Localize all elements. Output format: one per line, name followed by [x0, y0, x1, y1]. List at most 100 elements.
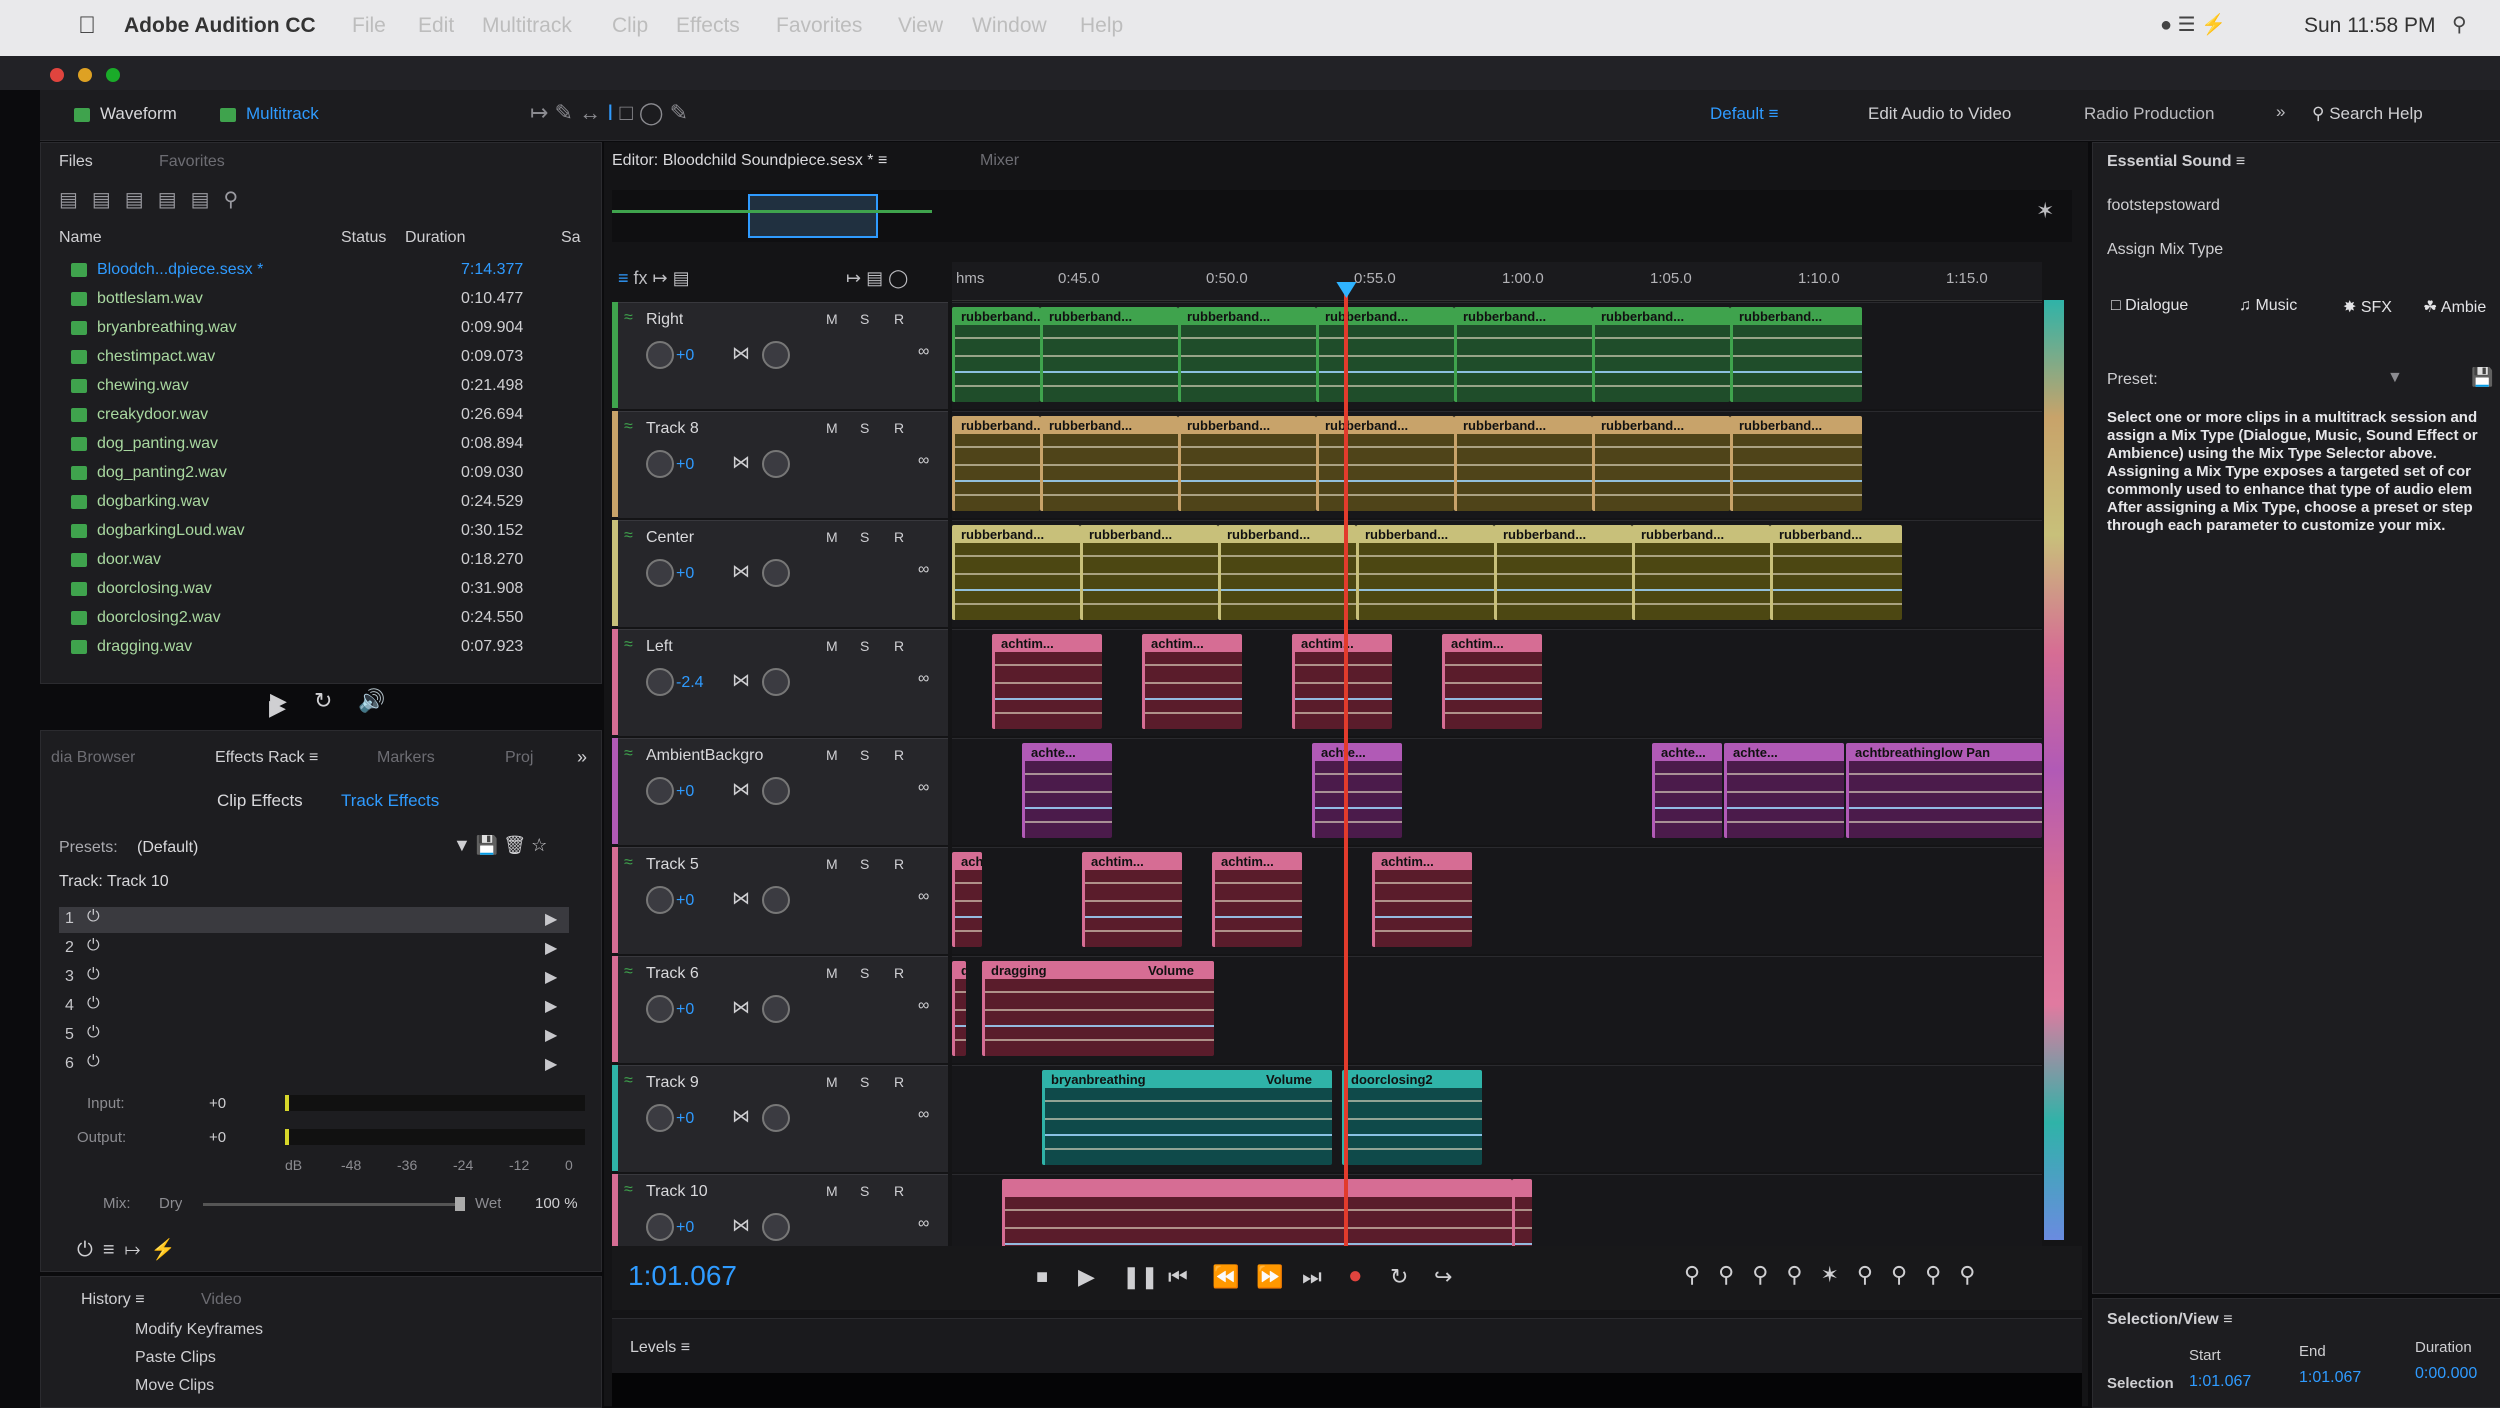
- track-volume-value[interactable]: +0: [676, 456, 694, 474]
- files-tab[interactable]: Files: [59, 153, 93, 171]
- track-lane[interactable]: bryanbreathing Volume doorclosing2: [952, 1065, 2042, 1172]
- audio-clip[interactable]: rubberband...: [952, 307, 1040, 402]
- pan-knob[interactable]: [762, 886, 790, 914]
- power-icon[interactable]: ⏻: [87, 995, 100, 1013]
- waveform-view-button[interactable]: Waveform: [74, 104, 177, 124]
- loop-icon[interactable]: ↻: [1390, 1264, 1408, 1290]
- audio-clip[interactable]: rubberband...: [1218, 525, 1356, 620]
- solo-button[interactable]: S: [860, 1183, 869, 1199]
- audio-clip[interactable]: rubberband...: [1040, 307, 1178, 402]
- apple-icon[interactable]: : [78, 12, 96, 40]
- track-header[interactable]: ≈ Track 9 M S R +0 ⋈ ∞: [618, 1065, 948, 1172]
- skip-selection-icon[interactable]: ↪: [1434, 1264, 1452, 1290]
- pan-knob[interactable]: [762, 341, 790, 369]
- preset-dropdown[interactable]: ▼: [2387, 369, 2403, 387]
- multitrack-view-button[interactable]: Multitrack: [220, 104, 319, 124]
- track-volume-value[interactable]: +0: [676, 1219, 694, 1237]
- track-name[interactable]: Track 8: [646, 420, 699, 438]
- file-item[interactable]: bottleslam.wav: [71, 290, 203, 318]
- audio-clip[interactable]: achtim...: [952, 852, 982, 947]
- track-display-icons[interactable]: ↦ ▤ ◯: [846, 268, 908, 289]
- track-header[interactable]: ≈ Center M S R +0 ⋈ ∞: [618, 520, 948, 627]
- audio-clip[interactable]: rubberband...: [1316, 416, 1454, 511]
- menu-window[interactable]: Window: [972, 14, 1047, 38]
- track-name[interactable]: Center: [646, 529, 694, 547]
- file-item[interactable]: doorclosing.wav: [71, 580, 212, 608]
- track-lane[interactable]: rubberband... rubberband... rubberband... r…: [952, 302, 2042, 409]
- track-name[interactable]: Left: [646, 638, 673, 656]
- solo-button[interactable]: S: [860, 529, 869, 545]
- stop-icon[interactable]: ■: [1036, 1266, 1048, 1289]
- link-icon[interactable]: ∞: [918, 779, 929, 797]
- menu-multitrack[interactable]: Multitrack: [482, 14, 572, 38]
- power-icon[interactable]: ⏻: [87, 966, 100, 984]
- selection-duration-value[interactable]: 0:00.000: [2415, 1365, 2477, 1383]
- menu-view[interactable]: View: [898, 14, 943, 38]
- video-tab[interactable]: Video: [201, 1291, 242, 1309]
- effect-slot[interactable]: 1 ⏻ ▶: [59, 907, 569, 933]
- audio-clip[interactable]: achtim...: [1442, 634, 1542, 729]
- slot-menu-icon[interactable]: ▶: [545, 1025, 557, 1045]
- effect-slot[interactable]: 3 ⏻ ▶: [59, 965, 569, 991]
- essential-sound-tab[interactable]: Essential Sound ≡: [2107, 153, 2245, 171]
- link-icon[interactable]: ∞: [918, 1106, 929, 1124]
- overview-navigator[interactable]: [612, 190, 2072, 242]
- power-icon[interactable]: ⏻: [87, 908, 100, 926]
- effect-slot[interactable]: 2 ⏻ ▶: [59, 936, 569, 962]
- track-header[interactable]: ≈ Track 5 M S R +0 ⋈ ∞: [618, 847, 948, 954]
- record-arm-button[interactable]: R: [894, 747, 904, 763]
- pan-knob[interactable]: [762, 1213, 790, 1241]
- file-item[interactable]: chestimpact.wav: [71, 348, 215, 376]
- overview-viewport[interactable]: [748, 194, 878, 238]
- audio-clip[interactable]: doorclosing2: [1342, 1070, 1482, 1165]
- track-header[interactable]: ≈ Left M S R -2.4 ⋈ ∞: [618, 629, 948, 736]
- track-name[interactable]: Track 5: [646, 856, 699, 874]
- presets-dropdown[interactable]: (Default): [137, 839, 198, 857]
- audio-clip[interactable]: rubberband...: [952, 416, 1040, 511]
- history-item[interactable]: Move Clips: [135, 1377, 214, 1395]
- audio-clip[interactable]: achtim...: [1142, 634, 1242, 729]
- file-item[interactable]: dogbarking.wav: [71, 493, 209, 521]
- zoom-navigator-icon[interactable]: ✶: [2036, 198, 2054, 224]
- link-icon[interactable]: ∞: [918, 343, 929, 361]
- mute-button[interactable]: M: [826, 1183, 838, 1199]
- audio-clip[interactable]: bryanbreathing Volume: [1042, 1070, 1332, 1165]
- link-icon[interactable]: ∞: [918, 997, 929, 1015]
- audio-clip[interactable]: rubberband...: [1494, 525, 1632, 620]
- effect-slot[interactable]: 6 ⏻ ▶: [59, 1052, 569, 1078]
- mute-button[interactable]: M: [826, 1074, 838, 1090]
- more-tabs-icon[interactable]: »: [577, 747, 587, 768]
- volume-knob[interactable]: [646, 559, 674, 587]
- track-lane[interactable]: rubberband... rubberband... rubberband... r…: [952, 520, 2042, 627]
- editor-tab[interactable]: Editor: Bloodchild Soundpiece.sesx * ≡: [612, 152, 887, 170]
- favorites-tab[interactable]: Favorites: [159, 153, 225, 171]
- mixer-tab[interactable]: Mixer: [980, 152, 1019, 170]
- menu-edit[interactable]: Edit: [418, 14, 454, 38]
- pause-icon[interactable]: ❚❚: [1122, 1264, 1159, 1290]
- audio-clip[interactable]: rubberband...: [1178, 416, 1316, 511]
- volume-knob[interactable]: [646, 341, 674, 369]
- slot-menu-icon[interactable]: ▶: [545, 996, 557, 1016]
- file-item[interactable]: Bloodch...dpiece.sesx *: [71, 261, 263, 289]
- solo-button[interactable]: S: [860, 856, 869, 872]
- track-lane[interactable]: dragging dragging Volume: [952, 956, 2042, 1063]
- preset-actions-icons[interactable]: ▼ 💾 🗑 ☆: [453, 835, 547, 856]
- workspace-default[interactable]: Default ≡: [1710, 104, 1779, 124]
- col-status[interactable]: Status: [341, 229, 386, 247]
- workspace-edit-video[interactable]: Edit Audio to Video: [1868, 104, 2011, 124]
- file-item[interactable]: dogbarkingLoud.wav: [71, 522, 245, 550]
- volume-knob[interactable]: [646, 777, 674, 805]
- search-help[interactable]: ⚲ Search Help: [2312, 104, 2423, 124]
- track-lane[interactable]: rubberband... rubberband... rubberband... r…: [952, 411, 2042, 518]
- track-name[interactable]: Track 10: [646, 1183, 708, 1201]
- file-item[interactable]: dog_panting2.wav: [71, 464, 227, 492]
- pan-knob[interactable]: [762, 450, 790, 478]
- clip-effects-tab[interactable]: Clip Effects: [217, 791, 303, 811]
- minimize-window-button[interactable]: [78, 68, 92, 82]
- record-arm-button[interactable]: R: [894, 1183, 904, 1199]
- clip-effect-label[interactable]: Volume: [1148, 963, 1194, 978]
- markers-tab[interactable]: Markers: [377, 749, 435, 767]
- audio-clip[interactable]: rubberband...: [1592, 416, 1730, 511]
- clip-effect-label[interactable]: Volume: [1266, 1072, 1312, 1087]
- track-volume-value[interactable]: +0: [676, 892, 694, 910]
